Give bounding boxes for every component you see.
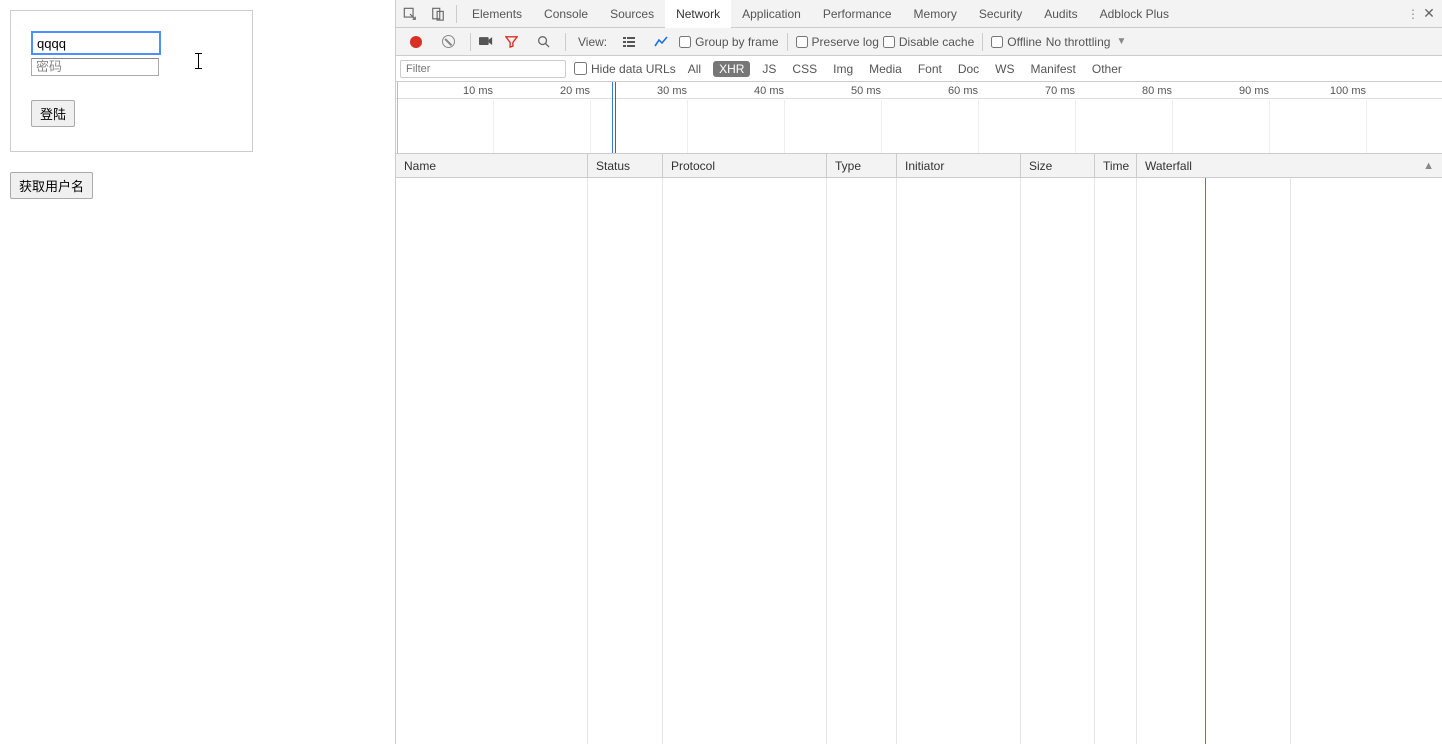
password-input[interactable] (31, 58, 159, 76)
filter-all[interactable]: All (684, 61, 705, 77)
filter-media[interactable]: Media (865, 61, 906, 77)
tick-label: 80 ms (1142, 85, 1172, 97)
filter-input[interactable] (400, 60, 566, 78)
tab-security[interactable]: Security (968, 0, 1033, 28)
filter-img[interactable]: Img (829, 61, 857, 77)
col-waterfall[interactable]: Waterfall▲ (1137, 154, 1442, 177)
throttling-select[interactable]: No throttling ▼ (1046, 35, 1127, 49)
group-by-frame-label: Group by frame (695, 35, 778, 49)
chevron-down-icon: ▼ (1116, 36, 1126, 47)
tick-label: 50 ms (851, 85, 881, 97)
col-size[interactable]: Size (1021, 154, 1095, 177)
waterfall-area (1137, 178, 1442, 744)
devtools-tabs: Elements Console Sources Network Applica… (396, 0, 1442, 28)
filter-font[interactable]: Font (914, 61, 946, 77)
timeline-overview[interactable]: 10 ms 20 ms 30 ms 40 ms 50 ms 60 ms 70 m… (396, 82, 1442, 154)
login-form: 登陆 (10, 10, 253, 152)
filter-ws[interactable]: WS (991, 61, 1018, 77)
filter-css[interactable]: CSS (788, 61, 821, 77)
tab-audits[interactable]: Audits (1033, 0, 1088, 28)
page-content: 登陆 获取用户名 (0, 0, 395, 744)
clear-icon[interactable] (434, 28, 462, 56)
tick-label: 10 ms (463, 85, 493, 97)
group-by-frame-checkbox[interactable]: Group by frame (679, 35, 778, 49)
filter-js[interactable]: JS (758, 61, 780, 77)
device-toggle-icon[interactable] (424, 0, 452, 28)
preserve-log-label: Preserve log (812, 35, 879, 49)
filter-doc[interactable]: Doc (954, 61, 983, 77)
throttling-label: No throttling (1046, 35, 1111, 49)
text-cursor-icon (198, 53, 199, 69)
col-protocol[interactable]: Protocol (663, 154, 827, 177)
screenshot-icon[interactable] (479, 37, 493, 47)
inspect-icon[interactable] (396, 0, 424, 28)
preserve-log-checkbox[interactable]: Preserve log (796, 35, 879, 49)
tick-label: 60 ms (948, 85, 978, 97)
filter-xhr[interactable]: XHR (713, 61, 750, 77)
sort-asc-icon: ▲ (1423, 160, 1434, 172)
hide-data-urls-label: Hide data URLs (591, 62, 676, 76)
tab-elements[interactable]: Elements (461, 0, 533, 28)
close-icon[interactable]: ✕ (1422, 5, 1442, 22)
domcontentloaded-marker (612, 82, 613, 153)
filter-manifest[interactable]: Manifest (1027, 61, 1080, 77)
tab-application[interactable]: Application (731, 0, 812, 28)
tick-label: 20 ms (560, 85, 590, 97)
record-icon[interactable] (402, 28, 430, 56)
col-name[interactable]: Name (396, 154, 588, 177)
tick-label: 100 ms (1330, 85, 1366, 97)
offline-label: Offline (1007, 35, 1041, 49)
tick-label: 90 ms (1239, 85, 1269, 97)
tab-adblock[interactable]: Adblock Plus (1089, 0, 1180, 28)
login-button[interactable]: 登陆 (31, 100, 75, 127)
disable-cache-checkbox[interactable]: Disable cache (883, 35, 974, 49)
devtools-panel: Elements Console Sources Network Applica… (395, 0, 1442, 744)
tab-console[interactable]: Console (533, 0, 599, 28)
load-marker (615, 82, 616, 153)
tick-label: 70 ms (1045, 85, 1075, 97)
disable-cache-label: Disable cache (899, 35, 974, 49)
username-input[interactable] (31, 31, 161, 55)
tab-memory[interactable]: Memory (903, 0, 968, 28)
network-filter-bar: Hide data URLs All XHR JS CSS Img Media … (396, 56, 1442, 82)
col-status[interactable]: Status (588, 154, 663, 177)
network-table-header: Name Status Protocol Type Initiator Size… (396, 154, 1442, 178)
tab-performance[interactable]: Performance (812, 0, 903, 28)
col-initiator[interactable]: Initiator (897, 154, 1021, 177)
kebab-menu-icon[interactable]: ⋮ (1404, 7, 1422, 21)
hide-data-urls-checkbox[interactable]: Hide data URLs (574, 62, 676, 76)
col-time[interactable]: Time (1095, 154, 1137, 177)
large-rows-icon[interactable] (615, 28, 643, 56)
network-table-body (396, 178, 1442, 744)
view-label: View: (578, 35, 607, 49)
tab-sources[interactable]: Sources (599, 0, 665, 28)
tick-label: 40 ms (754, 85, 784, 97)
waterfall-dcl-line (1205, 178, 1206, 744)
get-username-button[interactable]: 获取用户名 (10, 172, 93, 199)
offline-checkbox[interactable]: Offline (991, 35, 1041, 49)
network-toolbar: View: Group by frame Preserve log Disabl… (396, 28, 1442, 56)
filter-icon[interactable] (497, 28, 525, 56)
tab-network[interactable]: Network (665, 0, 731, 28)
col-type[interactable]: Type (827, 154, 897, 177)
tick-label: 30 ms (657, 85, 687, 97)
filter-other[interactable]: Other (1088, 61, 1126, 77)
search-icon[interactable] (529, 28, 557, 56)
waterfall-view-icon[interactable] (647, 28, 675, 56)
